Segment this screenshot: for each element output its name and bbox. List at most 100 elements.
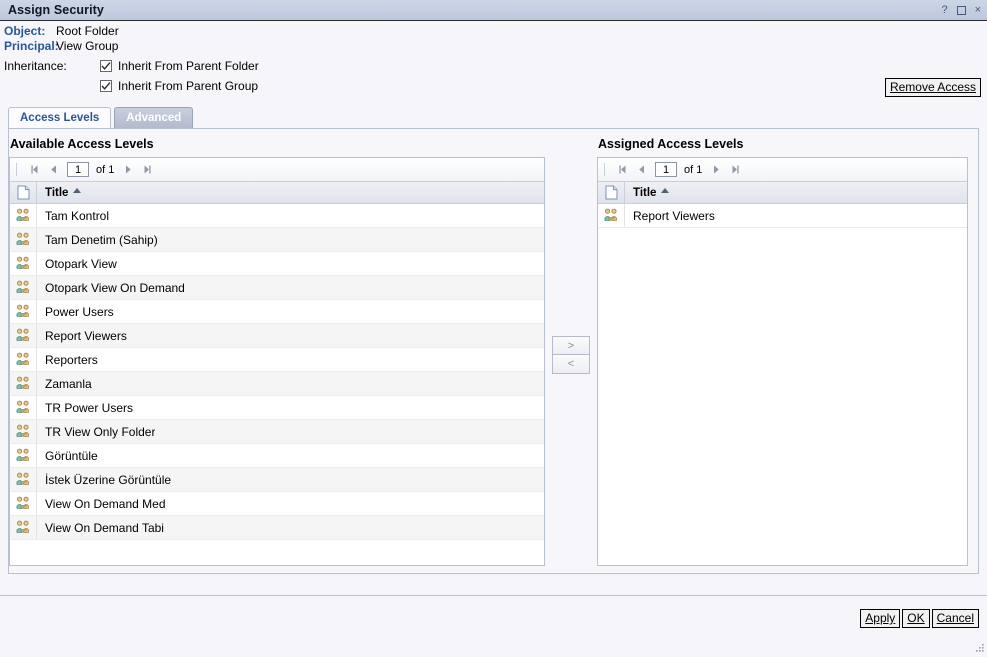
access-level-icon [16, 448, 29, 461]
access-level-icon [16, 376, 29, 389]
access-level-icon [10, 420, 37, 443]
tab-advanced[interactable]: Advanced [114, 107, 194, 128]
available-access-levels-panel: Available Access Levels of 1 [9, 137, 545, 573]
access-level-icon [10, 324, 37, 347]
footer-buttons: Apply OK Cancel [858, 609, 979, 628]
row-title: Tam Denetim (Sahip) [45, 232, 158, 247]
window-title: Assign Security [8, 3, 104, 17]
row-title: Tam Kontrol [45, 208, 110, 223]
row-title: İstek Üzerine Görüntüle [45, 472, 172, 487]
prev-page-icon[interactable] [633, 161, 650, 178]
first-page-icon[interactable] [614, 161, 631, 178]
prev-page-icon[interactable] [45, 161, 62, 178]
access-level-icon [10, 228, 37, 251]
principal-label: Principal: [4, 39, 59, 53]
access-level-icon [16, 520, 29, 533]
principal-value: View Group [56, 39, 119, 53]
inherit-from-parent-group-label: Inherit From Parent Group [118, 79, 259, 93]
check-icon [101, 82, 111, 90]
inherit-from-parent-folder-label: Inherit From Parent Folder [118, 59, 259, 73]
next-page-icon[interactable] [708, 161, 725, 178]
maximize-icon[interactable] [956, 5, 966, 15]
table-row[interactable]: TR View Only Folder [10, 420, 544, 444]
help-icon[interactable]: ? [941, 4, 947, 16]
assigned-listbox: of 1 [597, 157, 968, 566]
available-column-title[interactable]: Title [37, 187, 544, 199]
table-row[interactable]: Görüntüle [10, 444, 544, 468]
available-page-input[interactable] [67, 162, 89, 177]
table-row[interactable]: Otopark View [10, 252, 544, 276]
resize-grip[interactable] [973, 643, 985, 655]
access-level-icon [16, 304, 29, 317]
access-level-icon [16, 208, 29, 221]
document-icon [598, 182, 625, 203]
assigned-page-input[interactable] [655, 162, 677, 177]
access-level-icon [604, 208, 617, 221]
cancel-button[interactable]: Cancel [931, 609, 979, 628]
row-title: Report Viewers [633, 208, 715, 223]
table-row[interactable]: View On Demand Tabi [10, 516, 544, 540]
assigned-access-levels-panel: Assigned Access Levels of 1 [597, 137, 968, 573]
inherit-from-parent-group-checkbox[interactable] [100, 80, 112, 92]
row-title: Zamanla [45, 376, 92, 391]
available-rows: Tam Kontrol Tam Denetim (Sahip) Otopark Vi… [10, 204, 544, 540]
access-level-icon [10, 276, 37, 299]
table-row[interactable]: Otopark View On Demand [10, 276, 544, 300]
ok-button[interactable]: OK [902, 609, 930, 628]
table-row[interactable]: Reporters [10, 348, 544, 372]
assigned-column-title-text: Title [633, 186, 657, 199]
last-page-icon[interactable] [727, 161, 744, 178]
remove-access-level-button[interactable]: < [552, 355, 590, 374]
row-title: View On Demand Tabi [45, 520, 164, 535]
row-title: Otopark View [45, 256, 117, 271]
transfer-buttons: > < [545, 137, 597, 573]
row-title: Otopark View On Demand [45, 280, 185, 295]
available-column-title-text: Title [45, 186, 69, 199]
tab-access-levels[interactable]: Access Levels [8, 107, 112, 128]
dialog-header: Object: Root Folder Principal: View Grou… [0, 21, 987, 107]
access-level-icon [16, 232, 29, 245]
available-table-header: Title [10, 182, 544, 204]
table-row[interactable]: Report Viewers [598, 204, 967, 228]
table-row[interactable]: View On Demand Med [10, 492, 544, 516]
principal-row: Principal: View Group [4, 39, 987, 53]
sort-ascending-icon [661, 188, 670, 193]
table-row[interactable]: Tam Kontrol [10, 204, 544, 228]
object-row: Object: Root Folder [4, 24, 987, 38]
first-page-icon[interactable] [26, 161, 43, 178]
window-controls: ? × [941, 4, 981, 16]
next-page-icon[interactable] [120, 161, 137, 178]
inheritance-folder-row: Inheritance: Inherit From Parent Folder [4, 58, 987, 74]
access-level-icon [16, 496, 29, 509]
access-level-icon [10, 300, 37, 323]
access-level-icon [10, 372, 37, 395]
access-level-icon [10, 252, 37, 275]
close-icon[interactable]: × [975, 4, 981, 16]
table-row[interactable]: TR Power Users [10, 396, 544, 420]
available-listbox: of 1 [9, 157, 545, 566]
table-row[interactable]: Report Viewers [10, 324, 544, 348]
table-row[interactable]: İstek Üzerine Görüntüle [10, 468, 544, 492]
pager-divider [604, 163, 605, 176]
available-pager: of 1 [10, 158, 544, 182]
access-level-icon [16, 328, 29, 341]
assigned-column-title[interactable]: Title [625, 187, 967, 199]
table-row[interactable]: Zamanla [10, 372, 544, 396]
last-page-icon[interactable] [139, 161, 156, 178]
access-level-icon [10, 204, 37, 227]
table-row[interactable]: Power Users [10, 300, 544, 324]
apply-button[interactable]: Apply [860, 609, 901, 628]
row-title: Reporters [45, 352, 98, 367]
access-level-icon [16, 256, 29, 269]
window-titlebar: Assign Security ? × [0, 0, 987, 21]
add-access-level-button[interactable]: > [552, 336, 590, 355]
row-title: TR View Only Folder [45, 424, 156, 439]
inherit-from-parent-folder-checkbox[interactable] [100, 60, 112, 72]
access-level-icon [16, 352, 29, 365]
assigned-table-header: Title [598, 182, 967, 204]
inheritance-group-row: Inherit From Parent Group [100, 79, 987, 93]
pager-divider [16, 163, 17, 176]
tab-bar: Access Levels Advanced [0, 107, 987, 128]
table-row[interactable]: Tam Denetim (Sahip) [10, 228, 544, 252]
remove-access-button[interactable]: Remove Access [884, 78, 981, 97]
